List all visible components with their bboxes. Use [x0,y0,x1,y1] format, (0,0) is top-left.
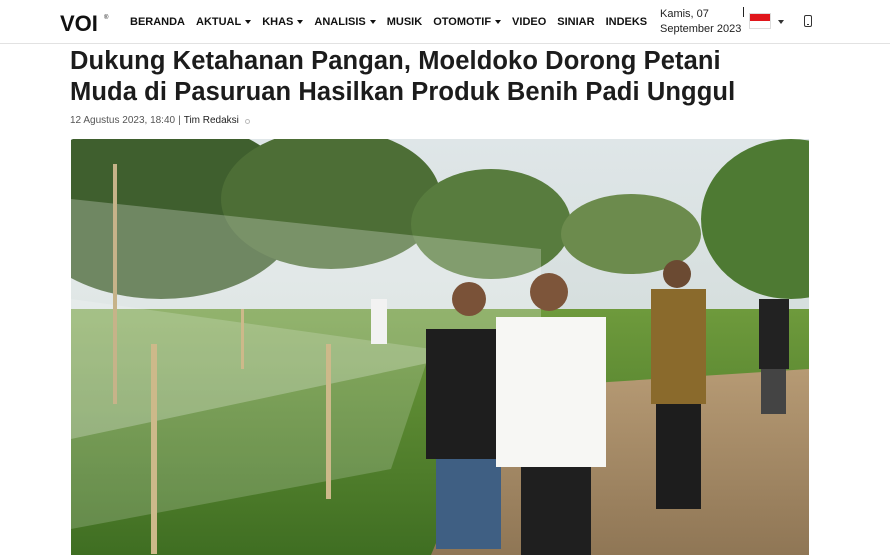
nav-item-label: INDEKS [605,16,648,28]
chevron-down-icon [245,20,252,24]
article-title: Dukung Ketahanan Pangan, Moeldoko Dorong… [70,46,810,108]
nav-item-aktual[interactable]: AKTUAL [196,16,252,28]
divider [743,7,744,17]
date-line-1: Kamis, 07 [660,8,709,20]
meta-separator: | [178,115,181,126]
nav-item-label: VIDEO [512,16,547,28]
nav-item-label: KHAS [262,16,294,28]
nav-item-siniar[interactable]: SINIAR [557,16,594,28]
mobile-phone-icon[interactable] [804,15,812,27]
chevron-down-icon [369,20,376,24]
nav-item-label: AKTUAL [196,16,242,28]
nav-item-label: MUSIK [386,16,423,28]
chevron-down-icon [495,20,502,24]
nav-item-analisis[interactable]: ANALISIS [314,16,376,28]
nav-item-label: BERANDA [130,16,185,28]
voi-logo[interactable]: VOI ® [60,11,110,35]
svg-text:®: ® [104,14,109,21]
nav-item-musik[interactable]: MUSIK [387,16,422,28]
current-date: Kamis, 07 September 2023 [660,7,741,37]
article-title-line-1: Dukung Ketahanan Pangan, Moeldoko Dorong… [70,47,721,75]
nav-item-video[interactable]: VIDEO [512,16,546,28]
nav-item-otomotif[interactable]: OTOMOTIF [433,16,502,28]
author-link[interactable]: Tim Redaksi [184,115,239,126]
nav-item-beranda[interactable]: BERANDA [130,16,185,28]
logo-text: VOI [60,11,98,35]
hero-photo-illustration [71,139,809,555]
date-line-2: September 2023 [660,23,742,35]
language-dropdown-chevron-icon[interactable] [778,20,784,24]
indonesia-flag-icon[interactable] [749,13,771,29]
site-header: VOI ® BERANDA AKTUAL KHAS ANALISIS MUSIK OTOM… [0,0,890,44]
nav-item-label: SINIAR [557,16,595,28]
nav-item-khas[interactable]: KHAS [262,16,304,28]
article-meta: 12 Agustus 2023, 18:40 | Tim Redaksi [70,115,250,126]
nav-item-label: OTOMOTIF [433,16,492,28]
main-nav: BERANDA AKTUAL KHAS ANALISIS MUSIK OTOMOTIF VI… [130,0,658,44]
chevron-down-icon [297,20,304,24]
publish-date: 12 Agustus 2023, 18:40 [70,115,176,126]
author-icon [244,119,250,124]
article-title-line-2: Muda di Pasuruan Hasilkan Produk Benih P… [70,78,736,106]
nav-item-label: ANALISIS [314,16,366,28]
hero-photo[interactable] [71,139,809,555]
nav-item-indeks[interactable]: INDEKS [606,16,648,28]
